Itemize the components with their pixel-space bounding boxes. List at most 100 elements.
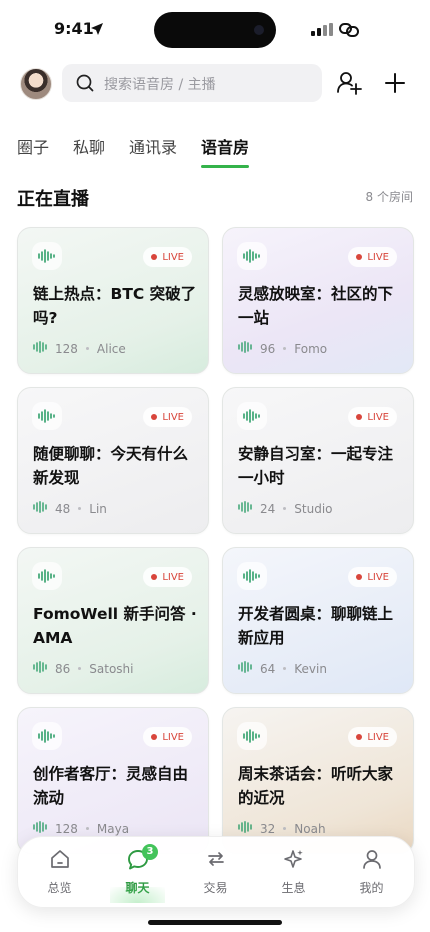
live-badge: LIVE [348, 567, 397, 587]
waveform-icon [237, 722, 267, 750]
room-card[interactable]: LIVE 随便聊聊：今天有什么新发现 48 Lin [17, 387, 209, 534]
add-user-icon[interactable] [336, 70, 362, 96]
room-card[interactable]: LIVE 灵感放映室：社区的下一站 96 Fomo [222, 227, 414, 374]
room-title: FomoWell 新手问答 · AMA [33, 605, 197, 647]
search-placeholder: 搜索语音房 / 主播 [104, 77, 216, 93]
separator-dot [283, 507, 287, 510]
listener-count: 24 [260, 501, 276, 516]
home-icon [50, 850, 69, 868]
live-label: LIVE [367, 411, 389, 423]
listener-count: 128 [55, 821, 78, 836]
listener-count: 96 [260, 341, 276, 356]
unread-badge: 3 [142, 844, 158, 860]
nav-label: 总览 [47, 881, 72, 895]
listener-count: 32 [260, 821, 276, 836]
live-badge: LIVE [143, 247, 192, 267]
room-card[interactable]: LIVE 安静自习室：一起专注一小时 24 Studio [222, 387, 414, 534]
swap-icon [207, 852, 224, 866]
search-input[interactable]: 搜索语音房 / 主播 [62, 64, 322, 102]
tab-voice-rooms[interactable]: 语音房 [201, 134, 250, 168]
waveform-icon [32, 402, 62, 430]
listeners-icon [238, 661, 252, 676]
listener-count: 128 [55, 341, 78, 356]
room-meta: 96 Fomo [238, 341, 327, 356]
room-meta: 24 Studio [238, 501, 333, 516]
top-tabs: 圈子 私聊 通讯录 语音房 [17, 134, 250, 168]
live-label: LIVE [162, 411, 184, 423]
separator-dot [78, 667, 82, 670]
live-label: LIVE [367, 251, 389, 263]
live-badge: LIVE [348, 407, 397, 427]
live-label: LIVE [162, 571, 184, 583]
room-title: 安静自习室：一起专注一小时 [238, 445, 394, 487]
listeners-icon [238, 341, 252, 356]
room-title: 随便聊聊：今天有什么新发现 [33, 445, 189, 487]
separator-dot [283, 347, 287, 350]
room-card[interactable]: LIVE 开发者圆桌：聊聊链上新应用 64 Kevin [222, 547, 414, 694]
room-card[interactable]: LIVE 链上热点：BTC 突破了吗? 128 Alice [17, 227, 209, 374]
separator-dot [85, 347, 89, 350]
live-label: LIVE [367, 731, 389, 743]
waveform-icon [32, 722, 62, 750]
room-title: 灵感放映室：社区的下一站 [238, 285, 394, 327]
avatar[interactable] [20, 68, 52, 100]
dynamic-island [154, 12, 276, 48]
nav-trade[interactable]: 交易 [176, 837, 255, 907]
nav-me[interactable]: 我的 [332, 837, 411, 907]
nav-label: 生息 [281, 881, 306, 895]
nav-label: 交易 [203, 881, 228, 895]
separator-dot [283, 667, 287, 670]
live-label: LIVE [367, 571, 389, 583]
room-meta: 64 Kevin [238, 661, 327, 676]
live-badge: LIVE [348, 727, 397, 747]
nav-label: 我的 [359, 881, 384, 895]
waveform-icon [32, 562, 62, 590]
room-meta: 128 Maya [33, 821, 129, 836]
separator-dot [85, 827, 89, 830]
host-name: Lin [89, 501, 107, 516]
nav-chat[interactable]: 3 聊天 [98, 837, 177, 907]
listeners-icon [33, 661, 47, 676]
listeners-icon [238, 501, 252, 516]
cellular-signal-icon [311, 23, 333, 36]
room-card[interactable]: LIVE 创作者客厅：灵感自由流动 128 Maya [17, 707, 209, 854]
live-badge: LIVE [348, 247, 397, 267]
separator-dot [78, 507, 82, 510]
section-title: 正在直播 [17, 189, 89, 210]
room-title: 周末茶话会：听听大家的近况 [238, 765, 394, 807]
waveform-icon [237, 562, 267, 590]
host-name: Studio [294, 501, 333, 516]
room-title: 开发者圆桌：聊聊链上新应用 [238, 605, 394, 647]
tab-contacts[interactable]: 通讯录 [129, 134, 177, 166]
nav-overview[interactable]: 总览 [20, 837, 99, 907]
listeners-icon [33, 501, 47, 516]
add-icon[interactable] [384, 72, 406, 94]
room-meta: 32 Noah [238, 821, 326, 836]
person-icon [362, 850, 381, 869]
listener-count: 86 [55, 661, 71, 676]
tab-circle[interactable]: 圈子 [17, 134, 49, 166]
bottom-tab-bar: 总览 3 聊天 交易 生息 我的 [17, 836, 415, 908]
separator-dot [283, 827, 287, 830]
live-badge: LIVE [143, 727, 192, 747]
host-name: Kevin [294, 661, 327, 676]
room-card[interactable]: LIVE 周末茶话会：听听大家的近况 32 Noah [222, 707, 414, 854]
sparkle-icon [283, 850, 303, 868]
live-badge: LIVE [143, 567, 192, 587]
tab-private-chat[interactable]: 私聊 [73, 134, 105, 166]
room-title: 创作者客厅：灵感自由流动 [33, 765, 189, 807]
home-indicator [148, 920, 282, 925]
link-icon [339, 23, 359, 37]
listener-count: 48 [55, 501, 71, 516]
room-meta: 128 Alice [33, 341, 126, 356]
host-name: Alice [96, 341, 126, 356]
search-icon [76, 74, 94, 92]
waveform-icon [237, 402, 267, 430]
live-badge: LIVE [143, 407, 192, 427]
host-name: Noah [294, 821, 326, 836]
host-name: Satoshi [89, 661, 134, 676]
nav-label: 聊天 [125, 881, 150, 895]
room-card[interactable]: LIVE FomoWell 新手问答 · AMA 86 Satoshi [17, 547, 209, 694]
location-arrow-icon [91, 23, 103, 35]
nav-earn[interactable]: 生息 [254, 837, 333, 907]
